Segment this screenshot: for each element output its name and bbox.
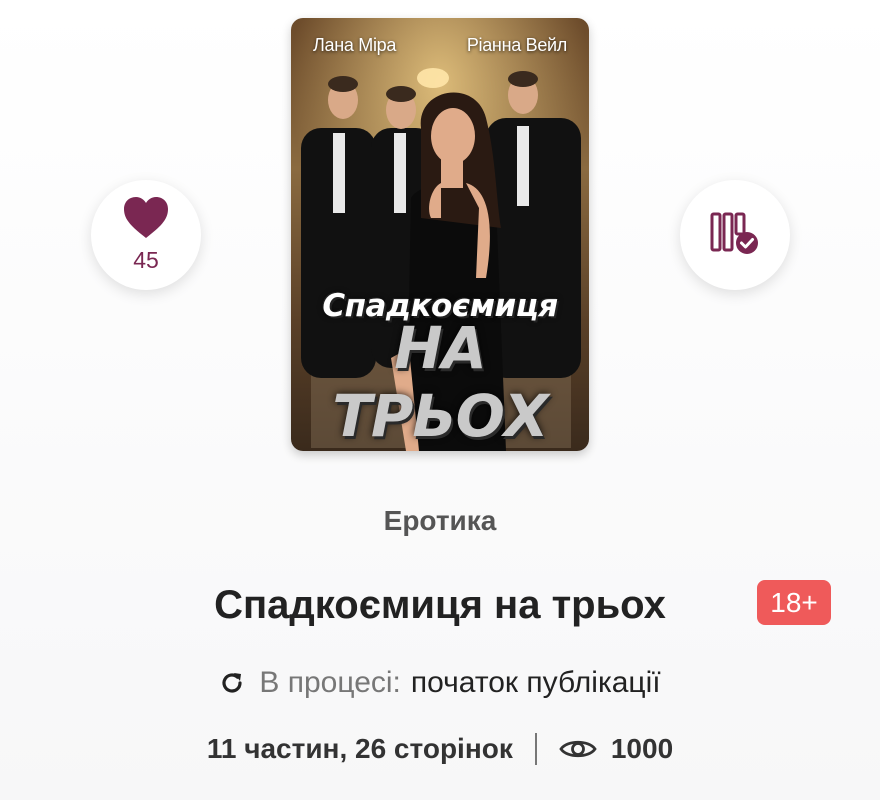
book-cover[interactable]: Лана Міра Ріанна Вейл Спадкоємиця НА ТРЬ… (291, 18, 589, 451)
book-genre[interactable]: Еротика (0, 505, 880, 537)
stats-divider (534, 733, 537, 765)
views-count: 1000 (610, 733, 674, 764)
cover-title-line2: НА ТРЬОХ (332, 314, 548, 450)
status-label: В процесі: (259, 666, 401, 699)
book-stats: 11 частин, 26 сторінок 1000 (0, 733, 880, 765)
like-button[interactable]: 45 (91, 180, 201, 290)
book-title: Спадкоємиця на трьох (214, 583, 666, 627)
age-rating-badge: 18+ (757, 580, 831, 625)
like-count: 45 (133, 247, 159, 273)
refresh-icon (219, 670, 245, 696)
library-add-icon (710, 210, 760, 261)
parts-pages-count: 11 частин, 26 сторінок (206, 733, 513, 764)
add-to-library-button[interactable] (680, 180, 790, 290)
cover-author-left: Лана Міра (313, 35, 397, 55)
publication-status: В процесі: початок публікації (0, 666, 880, 700)
status-value: початок публікації (410, 666, 661, 699)
cover-author-right: Ріанна Вейл (466, 35, 567, 55)
heart-icon (122, 196, 170, 245)
book-page: 45 Лана Міра Ріанна Вейл Спадкоємиця НА … (0, 0, 880, 800)
eye-icon (559, 737, 597, 761)
